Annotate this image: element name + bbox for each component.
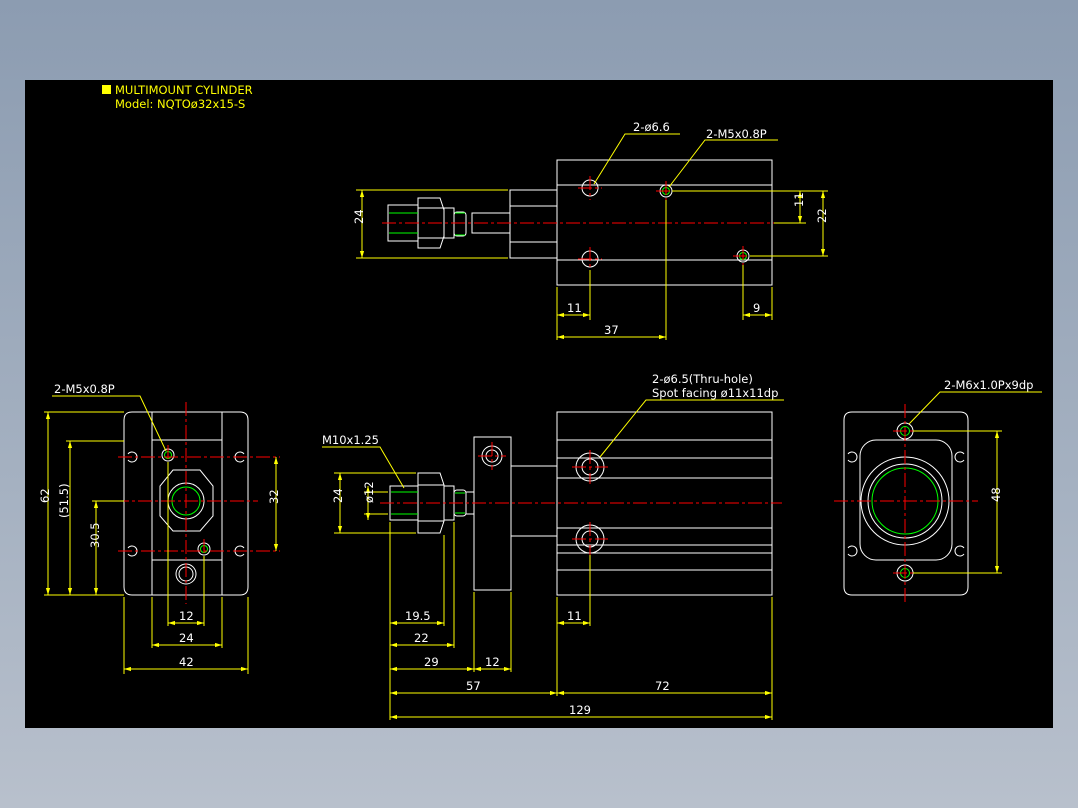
- top-note-tap: 2-M5x0.8P: [706, 127, 767, 141]
- front-dim-19-5: 19.5: [405, 609, 431, 623]
- front-dim-29: 29: [424, 655, 439, 669]
- front-note-thread: M10x1.25: [322, 433, 379, 447]
- front-dim-dia12: ø12: [362, 481, 376, 503]
- left-dim-62: 62: [38, 488, 52, 503]
- cad-drawing: MULTIMOUNT CYLINDER Model: NQTOø32x15-S: [38, 83, 1042, 720]
- front-note-thru-1: 2-ø6.5(Thru-hole): [652, 372, 753, 386]
- left-note-tap: 2-M5x0.8P: [54, 382, 115, 396]
- left-dim-30-5: 30.5: [88, 522, 102, 548]
- right-note-tap: 2-M6x1.0Px9dp: [944, 378, 1033, 392]
- left-dim-12: 12: [179, 609, 194, 623]
- title-square-icon: [102, 85, 111, 94]
- front-note-thru-2: Spot facing ø11x11dp: [652, 386, 778, 400]
- front-dim-57: 57: [466, 679, 481, 693]
- title-line-1: MULTIMOUNT CYLINDER: [115, 83, 253, 97]
- front-view: M10x1.25 2-ø6.5(Thru-hole) Spot facing ø…: [322, 372, 784, 720]
- top-view: 2-ø6.6 2-M5x0.8P 24 11 22 11 9 37: [352, 120, 829, 340]
- front-dim-12: 12: [485, 655, 500, 669]
- title-block: MULTIMOUNT CYLINDER Model: NQTOø32x15-S: [102, 83, 253, 111]
- front-dim-11: 11: [567, 609, 582, 623]
- left-dim-32: 32: [267, 489, 281, 504]
- drawing-canvas: MULTIMOUNT CYLINDER Model: NQTOø32x15-S: [25, 80, 1053, 728]
- top-dim-24: 24: [352, 209, 366, 224]
- top-dim-9: 9: [753, 301, 760, 315]
- front-dim-24: 24: [331, 488, 345, 503]
- front-dim-129: 129: [569, 703, 591, 717]
- top-dim-11-bottom: 11: [567, 301, 582, 315]
- front-dim-72: 72: [655, 679, 670, 693]
- right-view: 2-M6x1.0Px9dp 48: [834, 378, 1042, 604]
- top-dim-22: 22: [815, 208, 829, 223]
- top-dim-11-right: 11: [792, 192, 806, 207]
- top-note-hole: 2-ø6.6: [633, 120, 670, 134]
- title-line-2: Model: NQTOø32x15-S: [115, 97, 245, 111]
- left-dim-42: 42: [179, 655, 194, 669]
- left-view: 2-M5x0.8P 62 (51.5) 30.5 32 12 24 42: [38, 382, 281, 674]
- right-dim-48: 48: [989, 487, 1003, 502]
- top-dim-37: 37: [604, 323, 619, 337]
- left-dim-51-5: (51.5): [57, 483, 71, 518]
- front-dim-22: 22: [414, 631, 429, 645]
- left-dim-24: 24: [179, 631, 194, 645]
